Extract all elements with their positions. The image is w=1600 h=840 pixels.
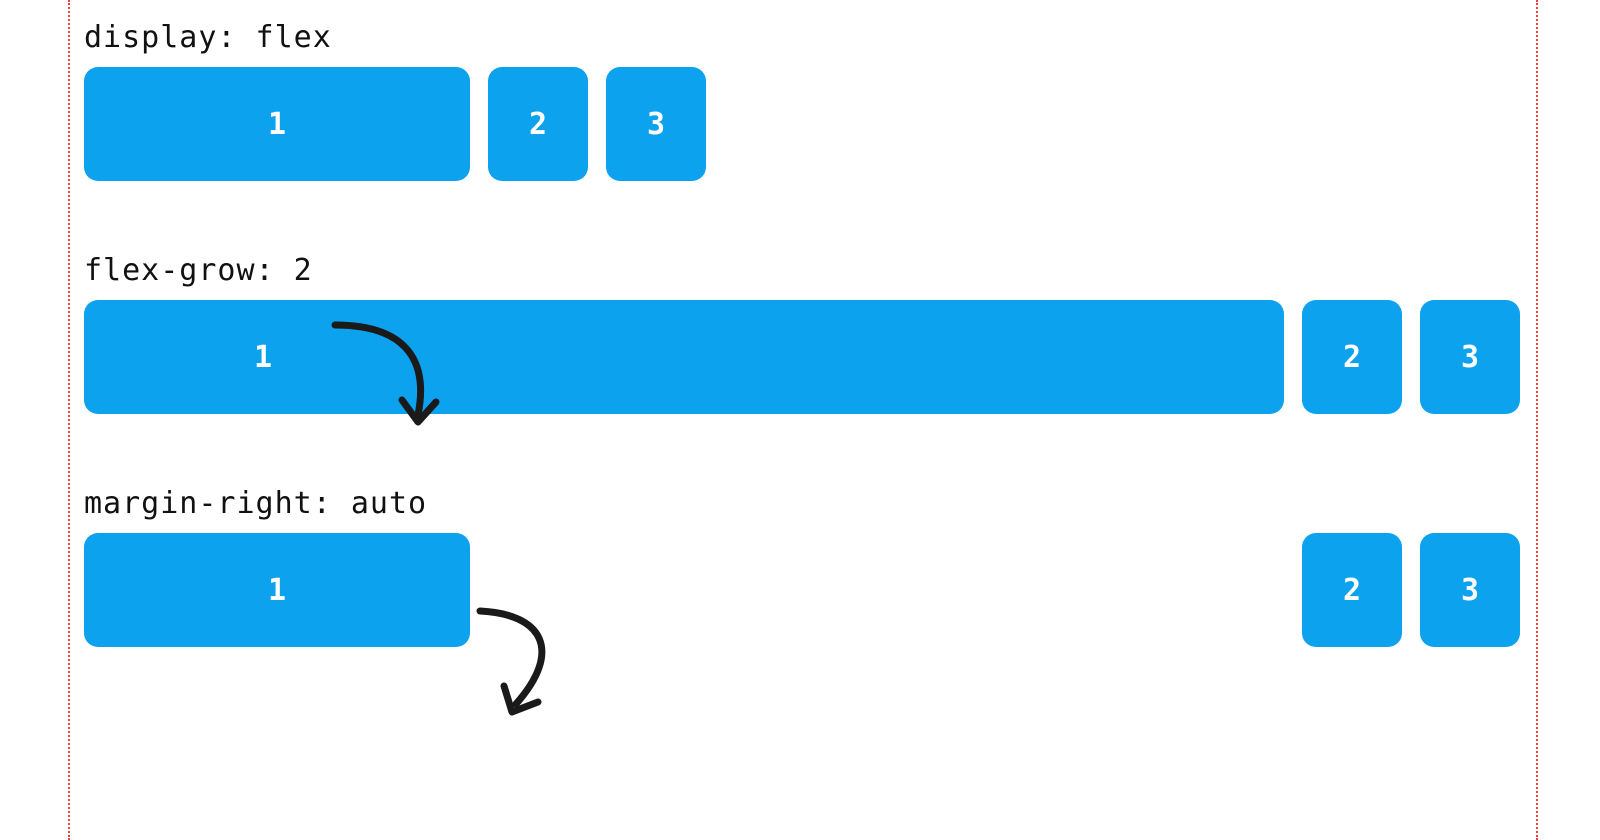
flex-item-3: 3	[1420, 533, 1520, 647]
flex-item-1-margin-auto: 1	[84, 533, 470, 647]
flex-item-1-grow: 1	[84, 300, 1284, 414]
flex-item-label: 1	[254, 340, 272, 375]
example-2-row: 1 2 3	[84, 300, 1536, 414]
flex-item-2: 2	[488, 67, 588, 181]
example-2-label: flex-grow: 2	[84, 253, 1536, 288]
flex-item-label: 3	[1461, 340, 1479, 375]
flex-item-label: 2	[1343, 573, 1361, 608]
flex-item-label: 1	[268, 107, 286, 142]
flex-item-label: 2	[529, 107, 547, 142]
flex-item-3: 3	[606, 67, 706, 181]
guide-line-right	[1536, 0, 1538, 840]
example-3-label: margin-right: auto	[84, 486, 1536, 521]
flex-item-1: 1	[84, 67, 470, 181]
example-1-row: 1 2 3	[84, 67, 1536, 181]
example-3-row: 1 2 3	[84, 533, 1536, 647]
example-1-label: display: flex	[84, 20, 1536, 55]
flex-item-label: 1	[268, 573, 286, 608]
flex-item-label: 3	[1461, 573, 1479, 608]
flex-item-3: 3	[1420, 300, 1520, 414]
flex-item-label: 3	[647, 107, 665, 142]
flex-item-2: 2	[1302, 300, 1402, 414]
flex-item-label: 2	[1343, 340, 1361, 375]
flex-item-2: 2	[1302, 533, 1402, 647]
